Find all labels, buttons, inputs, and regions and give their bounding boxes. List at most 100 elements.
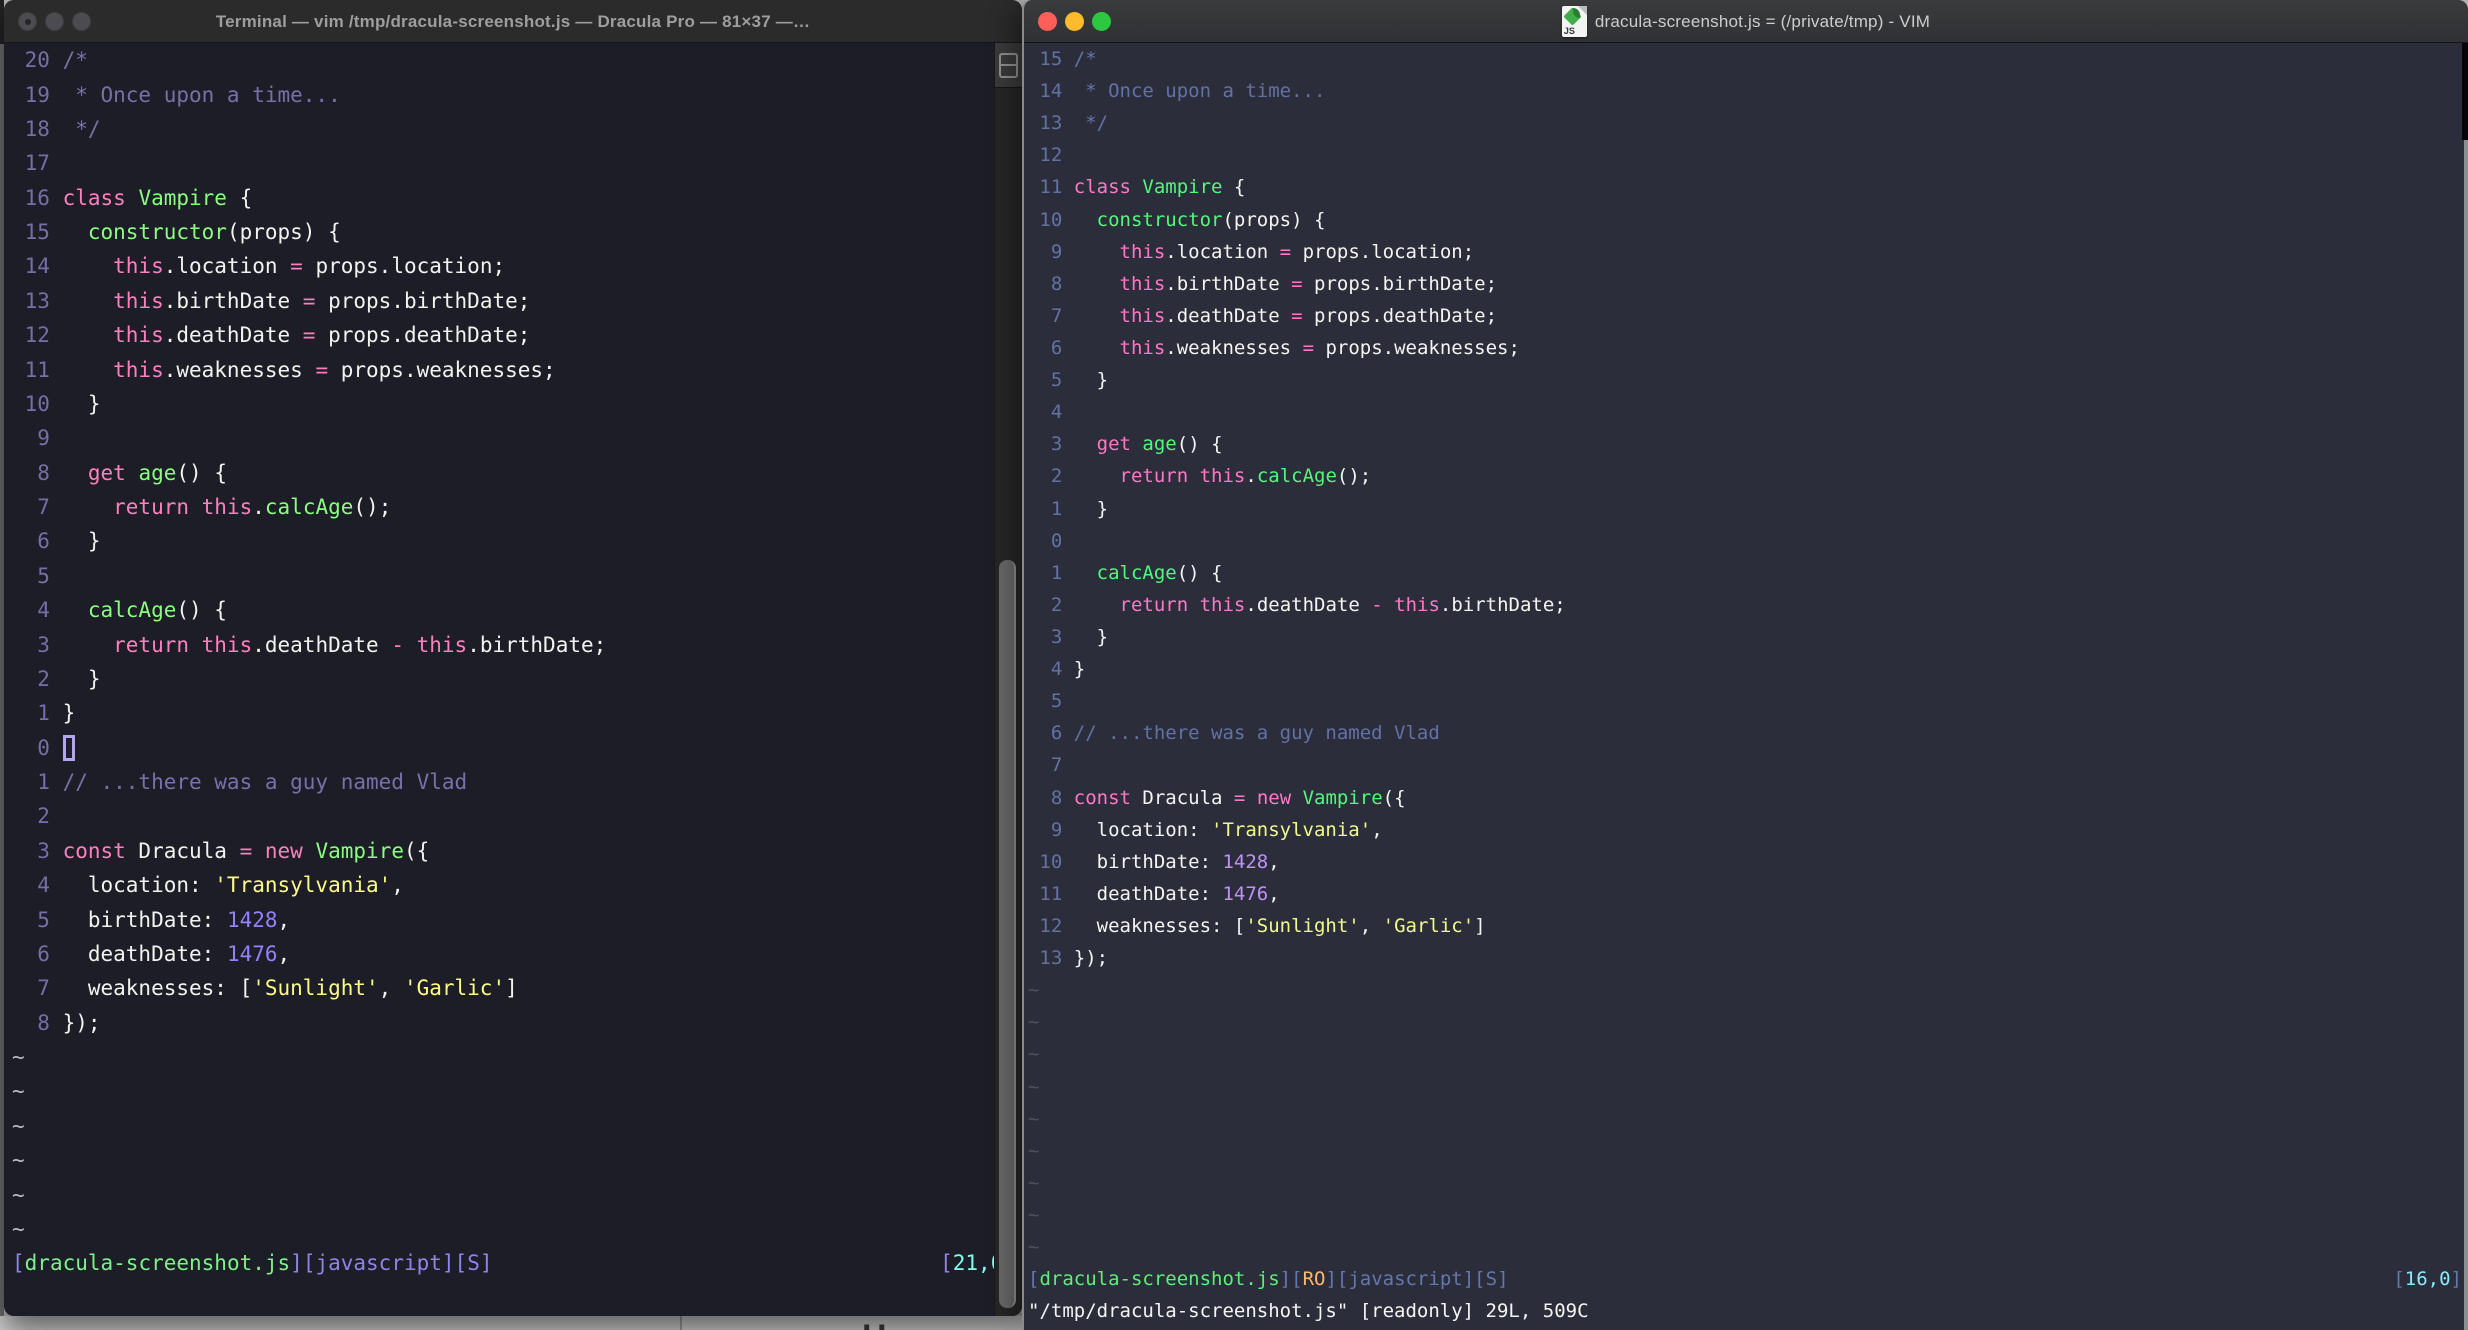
- line-number: 5: [37, 563, 50, 588]
- code-token: =: [1233, 786, 1246, 809]
- line-number: 11: [24, 357, 50, 382]
- code-text: get age() {: [1074, 433, 1223, 455]
- split-pane-button[interactable]: [995, 43, 1022, 88]
- code-line: 6 deathDate: 1476,: [4, 937, 1022, 971]
- code-text: const Dracula = new Vampire({: [63, 839, 430, 863]
- code-token: class: [62, 185, 126, 210]
- line-number: 2: [37, 666, 50, 691]
- tilde-line: ~: [12, 1079, 25, 1104]
- code-token: this: [416, 632, 468, 657]
- code-token: });: [1073, 947, 1109, 970]
- vim-leaf-icon: [1572, 8, 1580, 18]
- line-number: 5: [1050, 369, 1063, 392]
- code-token: new: [1256, 786, 1292, 809]
- tilde-line: ~: [12, 1182, 25, 1207]
- code-line: 8 this.birthDate = props.birthDate;: [1024, 268, 2468, 300]
- line-number: 10: [24, 391, 50, 416]
- code-token: {: [1222, 176, 1246, 199]
- code-line: 5 birthDate: 1428,: [4, 902, 1022, 936]
- line-number: 2: [1050, 593, 1063, 616]
- code-token: return: [1119, 593, 1189, 616]
- line-number: 7: [37, 495, 50, 520]
- code-line: 2 }: [4, 662, 1022, 696]
- line-number: 8: [1050, 786, 1063, 809]
- code-token: Dracula: [1130, 786, 1234, 809]
- code-token: {: [226, 185, 253, 210]
- code-token: this: [201, 632, 253, 657]
- code-token: () {: [176, 460, 227, 485]
- line-number: 2: [1050, 465, 1063, 488]
- statusline-ruler: [16,0]: [2393, 1268, 2462, 1290]
- code-text: location: 'Transylvania',: [63, 873, 404, 897]
- zoom-button-icon[interactable]: [72, 11, 91, 31]
- code-line: 10 birthDate: 1428,: [1024, 846, 2468, 878]
- code-token: .weaknesses: [1165, 337, 1303, 360]
- line-number: 1: [37, 701, 50, 726]
- code-token: return: [113, 495, 189, 520]
- terminal-titlebar[interactable]: Terminal — vim /tmp/dracula-screenshot.j…: [4, 0, 1022, 43]
- tilde-line: ~: [1028, 1011, 1040, 1034]
- code-token: =: [1302, 337, 1315, 360]
- line-number: 16: [24, 185, 50, 210]
- minimize-button-icon[interactable]: [1065, 11, 1084, 31]
- terminal-scrollbar-track[interactable]: [994, 43, 1022, 1316]
- code-token: ,: [1371, 818, 1383, 841]
- code-token: }: [62, 701, 76, 726]
- line-number: 9: [1050, 240, 1063, 263]
- code-token: class: [1073, 176, 1131, 199]
- macvim-window-title: dracula-screenshot.js = (/private/tmp) -…: [1594, 11, 1931, 31]
- zoom-button-icon[interactable]: [1092, 11, 1111, 31]
- statusline-left: [dracula-screenshot.js][RO][javascript][…: [1028, 1268, 1509, 1290]
- close-button-icon[interactable]: [18, 11, 37, 31]
- code-line: 10 }: [4, 387, 1022, 421]
- code-line: 20 /*: [4, 43, 1022, 77]
- code-token: * Once upon a time...: [62, 82, 341, 107]
- code-line: 3 const Dracula = new Vampire({: [4, 834, 1022, 868]
- line-number: 1: [1050, 561, 1063, 584]
- status-token: javascript: [1348, 1268, 1463, 1291]
- code-text: this.location = props.location;: [63, 254, 505, 278]
- code-token: location:: [1073, 818, 1212, 841]
- code-text: weaknesses: ['Sunlight', 'Garlic']: [63, 976, 518, 1000]
- line-number: 5: [37, 907, 50, 932]
- status-token: dracula-screenshot.js: [24, 1251, 291, 1276]
- code-token: .birthDate: [1165, 272, 1292, 295]
- code-text: this.weaknesses = props.weaknesses;: [1074, 337, 1520, 359]
- code-line: 18 */: [4, 112, 1022, 146]
- code-token: props.birthDate;: [1302, 272, 1498, 295]
- code-text: });: [1074, 947, 1108, 969]
- minimize-button-icon[interactable]: [45, 11, 64, 31]
- line-number: 17: [24, 151, 50, 176]
- line-number: 13: [1039, 947, 1063, 970]
- scrollbar-thumb[interactable]: [999, 560, 1016, 1308]
- code-token: ({: [404, 838, 430, 863]
- text-cursor[interactable]: [62, 734, 76, 761]
- close-button-icon[interactable]: [1038, 11, 1057, 31]
- terminal-window-title: Terminal — vim /tmp/dracula-screenshot.j…: [215, 11, 811, 31]
- code-text: calcAge() {: [1074, 562, 1223, 584]
- line-number: 13: [24, 288, 50, 313]
- line-number: 3: [37, 632, 50, 657]
- line-number: 4: [37, 598, 50, 623]
- code-token: -: [1371, 593, 1383, 616]
- line-number: 19: [24, 82, 50, 107]
- code-text: constructor(props) {: [1074, 209, 1326, 231]
- code-token: ,: [277, 941, 291, 966]
- code-text: }: [63, 529, 101, 553]
- vim-buffer-right: 15/* 14 * Once upon a time... 13 */12 11 cla…: [1024, 43, 2468, 1330]
- line-number: 3: [37, 838, 50, 863]
- code-token: this: [1119, 304, 1166, 327]
- code-text: * Once upon a time...: [1074, 80, 1325, 102]
- macvim-titlebar[interactable]: JS dracula-screenshot.js = (/private/tmp…: [1024, 0, 2468, 43]
- line-number: 0: [1050, 529, 1063, 552]
- code-token: .location: [1165, 240, 1280, 263]
- code-line: 11 this.weaknesses = props.weaknesses;: [4, 352, 1022, 386]
- vim-buffer-left: 20/* 19 * Once upon a time... 18 */17 16 cla…: [4, 43, 1022, 1316]
- code-token: 'Garlic': [1382, 915, 1475, 937]
